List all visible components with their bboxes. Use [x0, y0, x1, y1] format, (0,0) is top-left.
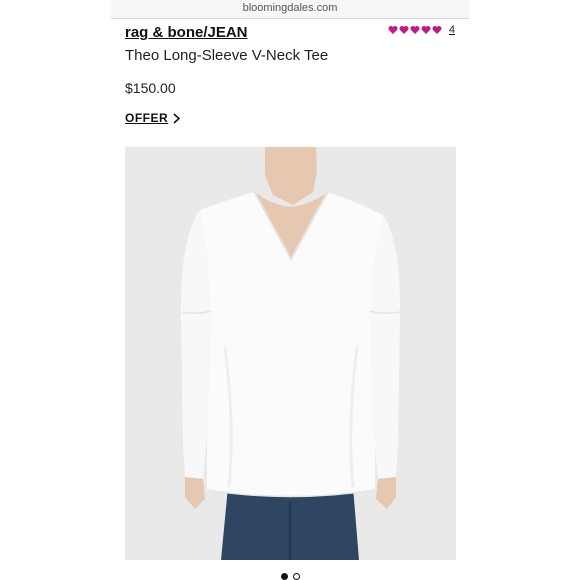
url-bar[interactable]: bloomingdales.com	[111, 0, 469, 19]
offer-label: OFFER	[125, 111, 169, 125]
heart-icon	[399, 26, 409, 34]
offer-link[interactable]: OFFER	[125, 111, 181, 125]
heart-icon	[432, 26, 442, 34]
heart-icon	[410, 26, 420, 34]
tee-illustration	[125, 147, 456, 560]
carousel-dot[interactable]	[292, 573, 300, 580]
product-image[interactable]	[125, 147, 456, 560]
carousel-dots	[0, 573, 580, 580]
rating[interactable]: 4	[388, 24, 455, 36]
product-name: Theo Long-Sleeve V-Neck Tee	[125, 47, 329, 64]
url-text: bloomingdales.com	[242, 2, 338, 14]
price: $150.00	[125, 80, 176, 96]
phone-screen: bloomingdales.com rag & bone/JEAN 4 Theo…	[111, 0, 469, 580]
heart-icon	[388, 26, 398, 34]
chevron-right-icon	[173, 112, 181, 124]
brand-link[interactable]: rag & bone/JEAN	[125, 24, 248, 41]
heart-icon	[421, 26, 431, 34]
review-count[interactable]: 4	[449, 24, 455, 36]
carousel-dot-active[interactable]	[280, 573, 288, 580]
